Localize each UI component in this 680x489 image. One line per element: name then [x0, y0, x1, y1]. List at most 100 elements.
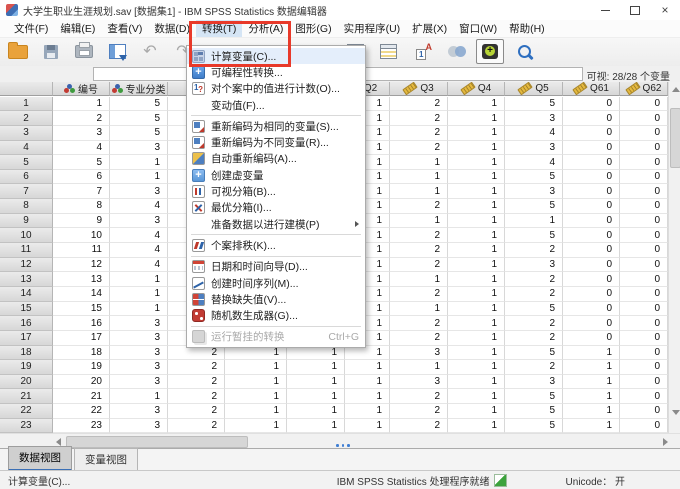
cell[interactable]: 4 [53, 140, 110, 156]
cell[interactable]: 0 [620, 213, 668, 229]
row-number[interactable]: 20 [0, 374, 53, 390]
cell[interactable]: 2 [390, 316, 448, 331]
cell[interactable]: 1 [448, 404, 505, 419]
cell[interactable]: 1 [110, 272, 168, 287]
cell[interactable]: 5 [53, 155, 110, 170]
cell[interactable]: 0 [620, 404, 668, 419]
cell[interactable]: 2 [53, 111, 110, 126]
menubar-item-数据[interactable]: 数据(D) [148, 20, 196, 37]
row-number[interactable]: 1 [0, 96, 53, 112]
menubar-item-分析[interactable]: 分析(A) [242, 20, 289, 37]
cell[interactable]: 1 [287, 418, 345, 433]
cell[interactable]: 2 [390, 228, 448, 244]
cell[interactable]: 0 [563, 301, 620, 317]
cell[interactable]: 1 [563, 360, 620, 375]
cell[interactable]: 0 [620, 272, 668, 287]
cell[interactable]: 0 [620, 96, 668, 112]
cell[interactable]: 0 [563, 272, 620, 287]
cell[interactable]: 9 [53, 213, 110, 229]
cell[interactable]: 1 [448, 360, 505, 375]
menu-item-个案排秩[interactable]: 个案排秩(K)... [187, 237, 365, 253]
cell[interactable]: 1 [390, 184, 448, 200]
menubar-item-实用程序[interactable]: 实用程序(U) [338, 20, 407, 37]
cell[interactable]: 3 [110, 316, 168, 331]
row-number[interactable]: 7 [0, 184, 53, 200]
cell[interactable]: 2 [390, 286, 448, 302]
cell[interactable]: 3 [110, 418, 168, 433]
cell[interactable]: 1 [563, 374, 620, 390]
cell[interactable]: 1 [225, 374, 287, 390]
cell[interactable]: 1 [345, 404, 390, 419]
cell[interactable]: 0 [563, 199, 620, 214]
cell[interactable]: 4 [110, 228, 168, 244]
row-number[interactable]: 3 [0, 125, 53, 141]
print-button[interactable] [70, 39, 98, 64]
cell[interactable]: 1 [287, 360, 345, 375]
cell[interactable]: 1 [345, 374, 390, 390]
menubar-item-文件[interactable]: 文件(F) [8, 20, 54, 37]
scroll-down-icon[interactable] [672, 410, 680, 415]
cell[interactable]: 2 [390, 330, 448, 346]
insert-variable-button[interactable] [374, 39, 402, 64]
cell[interactable]: 3 [53, 125, 110, 141]
menu-item-计算变量[interactable]: 计算变量(C)... [187, 48, 365, 65]
cell[interactable]: 2 [168, 374, 225, 390]
cell[interactable]: 1 [225, 360, 287, 375]
cell[interactable]: 0 [620, 316, 668, 331]
cell[interactable]: 1 [563, 389, 620, 405]
cell[interactable]: 4 [110, 199, 168, 214]
cell[interactable]: 5 [110, 111, 168, 126]
row-number[interactable]: 12 [0, 257, 53, 273]
cell[interactable]: 0 [563, 184, 620, 200]
cell[interactable]: 1 [448, 389, 505, 405]
cell[interactable]: 0 [563, 140, 620, 156]
cell[interactable]: 1 [448, 213, 505, 229]
cell[interactable]: 1 [448, 257, 505, 273]
cell[interactable]: 0 [620, 155, 668, 170]
cell[interactable]: 0 [563, 330, 620, 346]
menu-item-可编程性转换[interactable]: 可编程性转换... [187, 64, 365, 80]
row-number[interactable]: 5 [0, 155, 53, 170]
cell[interactable]: 2 [390, 111, 448, 126]
cell[interactable]: 3 [110, 140, 168, 156]
cell[interactable]: 2 [505, 330, 563, 346]
cell[interactable]: 5 [505, 169, 563, 185]
cell[interactable]: 7 [53, 184, 110, 200]
cell[interactable]: 1 [110, 155, 168, 170]
cell[interactable]: 1 [390, 169, 448, 185]
menu-item-最优分箱[interactable]: 最优分箱(I)... [187, 200, 365, 216]
cell[interactable]: 2 [390, 243, 448, 258]
cell[interactable]: 0 [620, 345, 668, 361]
recall-recent-dialogs-button[interactable] [103, 39, 131, 64]
cell[interactable]: 1 [448, 374, 505, 390]
cell[interactable]: 3 [110, 213, 168, 229]
column-header-Q61[interactable]: Q61 [563, 82, 620, 96]
cell[interactable]: 1 [287, 404, 345, 419]
vertical-scroll-thumb[interactable] [670, 108, 680, 168]
menubar-item-窗口[interactable]: 窗口(W) [453, 20, 503, 37]
cell[interactable]: 1 [448, 243, 505, 258]
cell[interactable]: 2 [168, 360, 225, 375]
tab-variable-view[interactable]: 变量视图 [74, 448, 138, 471]
horizontal-scroll-thumb[interactable] [66, 436, 248, 448]
menu-item-可视分箱[interactable]: 可视分箱(B)... [187, 183, 365, 199]
cell[interactable]: 2 [390, 125, 448, 141]
row-number[interactable]: 6 [0, 169, 53, 185]
row-number[interactable]: 14 [0, 286, 53, 302]
cell[interactable]: 2 [390, 404, 448, 419]
cell[interactable]: 0 [620, 169, 668, 185]
cell[interactable]: 1 [225, 418, 287, 433]
cell[interactable]: 2 [390, 140, 448, 156]
row-number[interactable]: 22 [0, 404, 53, 419]
cell[interactable]: 1 [390, 155, 448, 170]
cell[interactable]: 1 [448, 111, 505, 126]
vertical-scrollbar[interactable] [668, 82, 680, 433]
cell[interactable]: 4 [110, 243, 168, 258]
cell[interactable]: 0 [563, 111, 620, 126]
column-header-编号[interactable]: 编号 [53, 82, 110, 96]
menu-item-日期和时间向导[interactable]: 日期和时间向导(D)... [187, 259, 365, 275]
cell[interactable]: 5 [110, 96, 168, 112]
cell[interactable]: 1 [110, 389, 168, 405]
cell[interactable]: 1 [110, 301, 168, 317]
cell[interactable]: 0 [620, 360, 668, 375]
